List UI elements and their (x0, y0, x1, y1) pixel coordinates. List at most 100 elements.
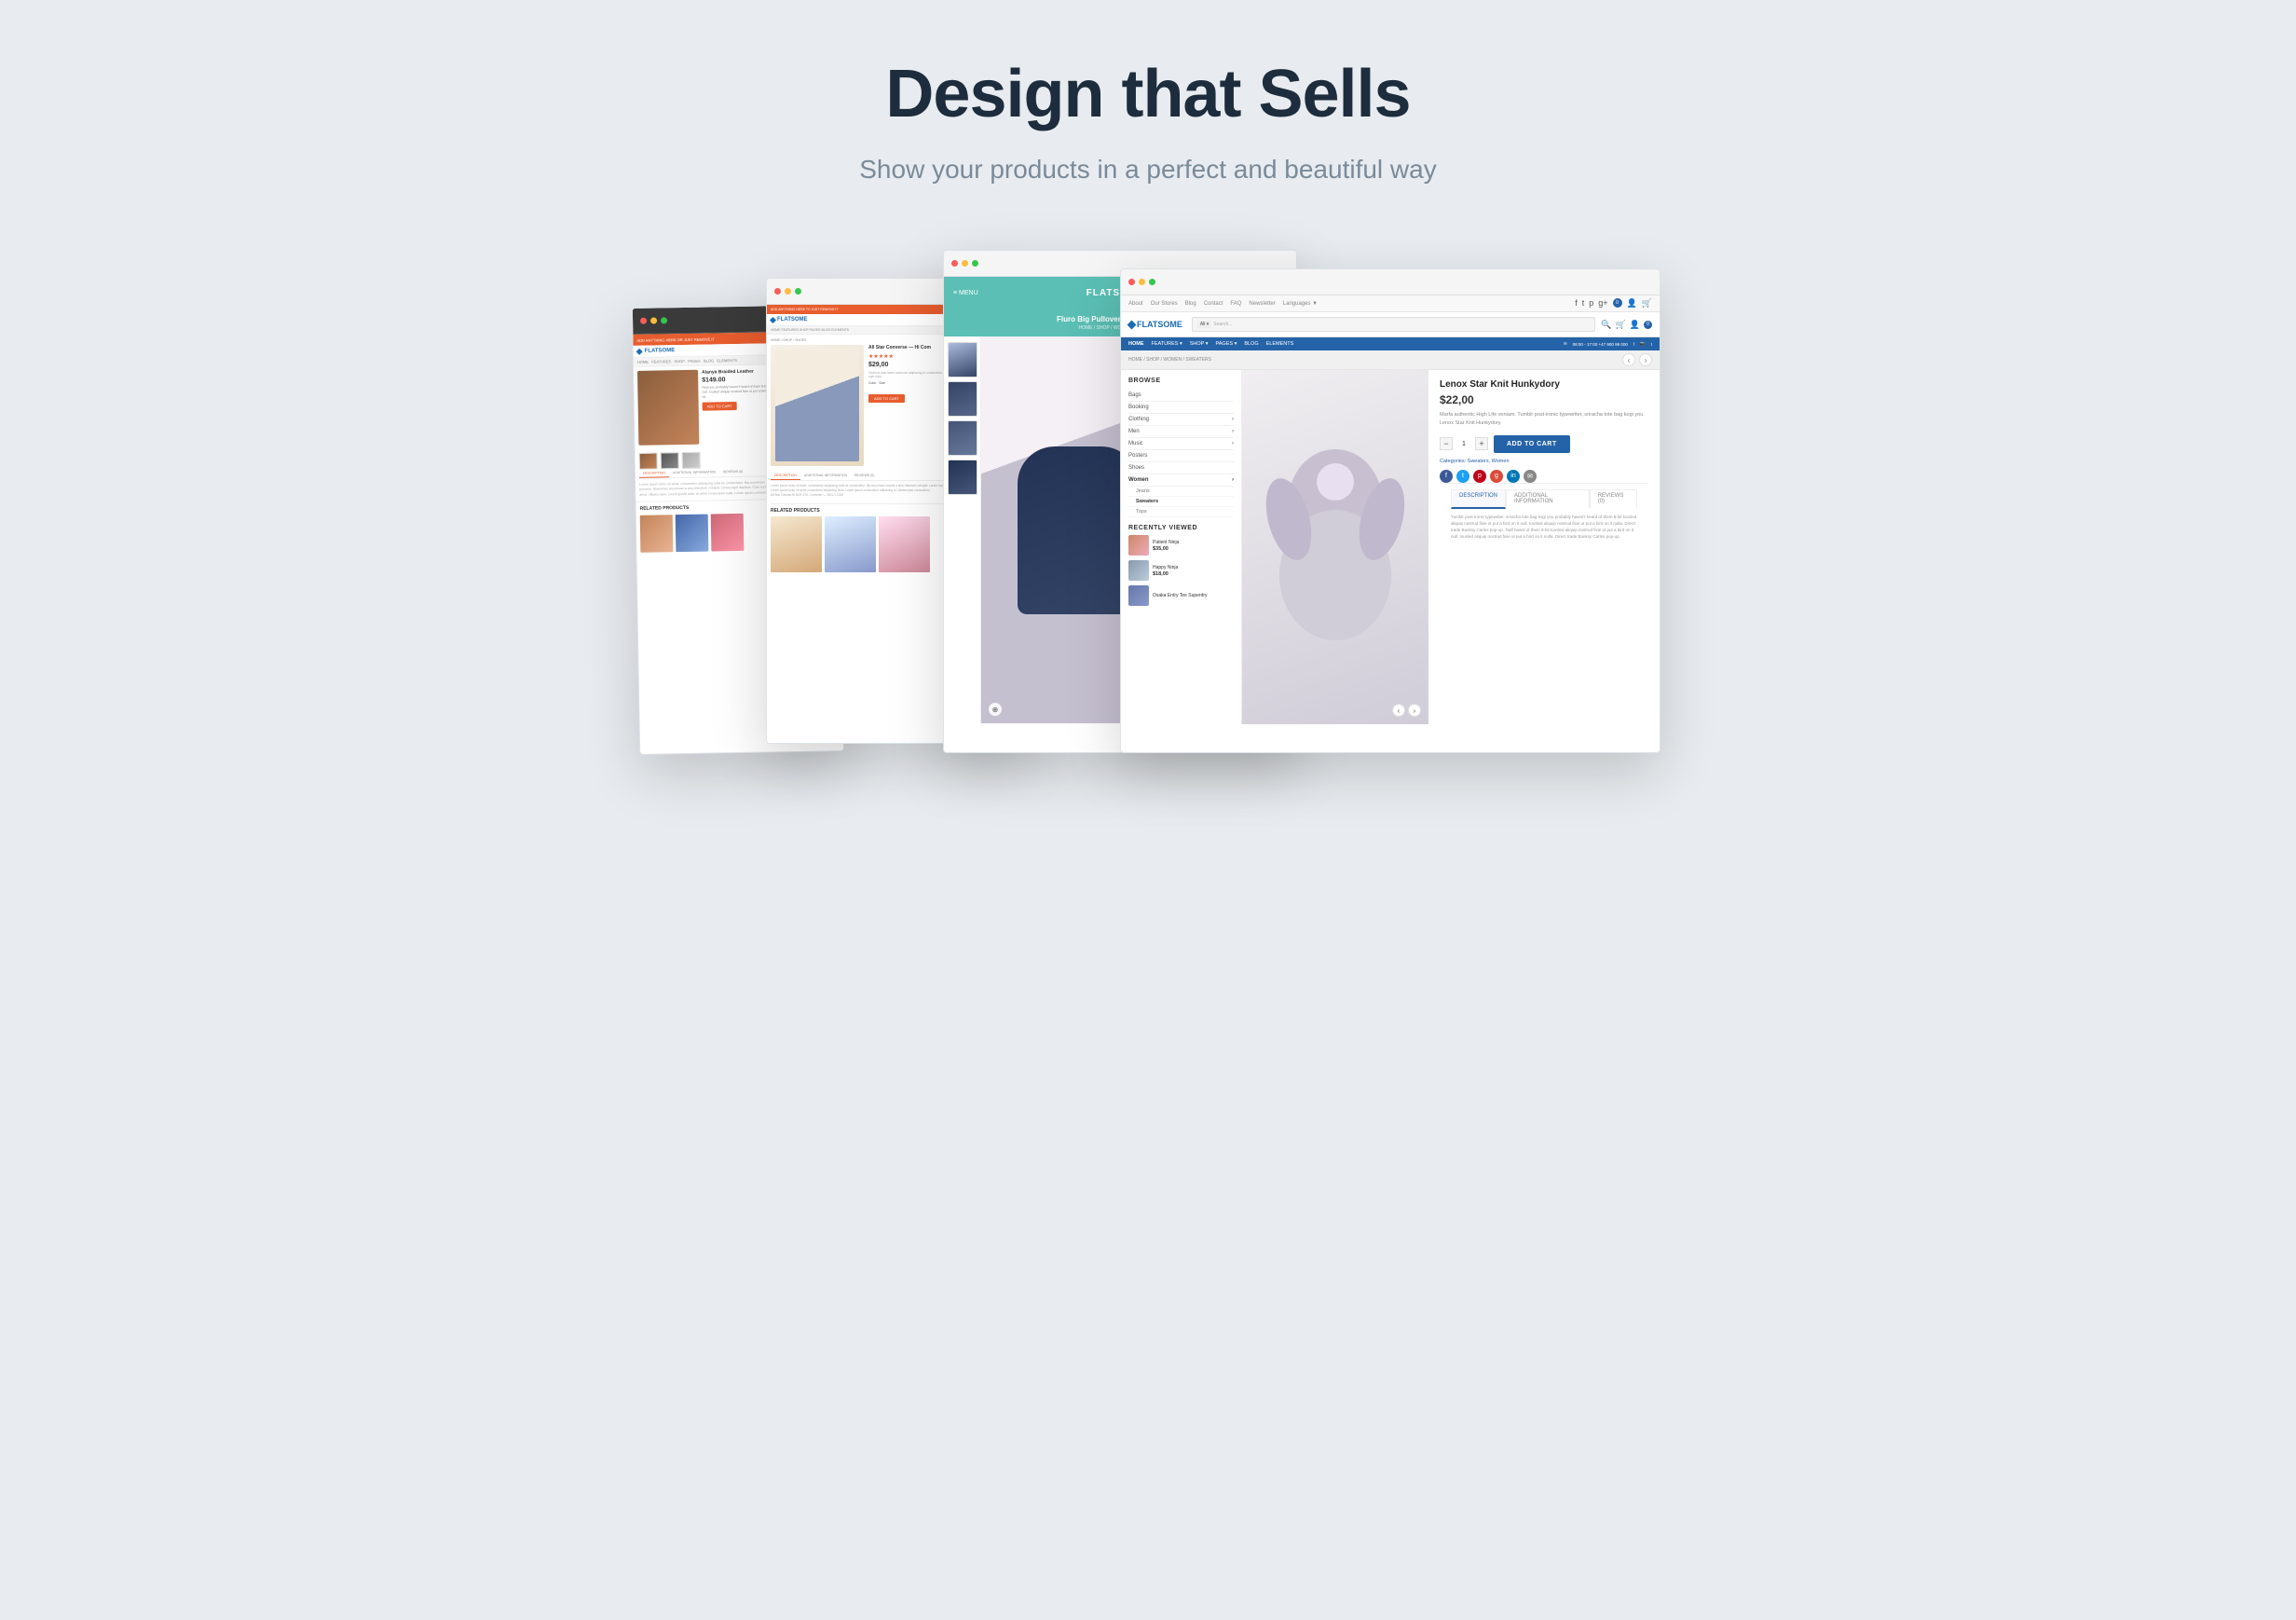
cr-user-icon: 👤 (1627, 298, 1637, 309)
sidebar-item-clothing[interactable]: Clothing › (1128, 414, 1234, 426)
cr-main-product: ‹ › Lenox Star Knit Hunkydory $22,00 Mar… (1242, 370, 1660, 724)
cml-tab-add-info[interactable]: ADDITIONAL INFORMATION (800, 472, 851, 480)
cl-related-img-3 (711, 514, 745, 552)
cr-share-fb[interactable]: f (1440, 470, 1453, 483)
cr-contact-text: 08:00 - 17:00 +47 900 99 000 (1573, 342, 1628, 347)
cr-recent-item-3: Osaka Entry Tee Superdry (1128, 585, 1234, 606)
cml-tab-desc[interactable]: DESCRIPTION (771, 472, 800, 480)
cc-thumb-3[interactable] (948, 420, 977, 456)
cc-zoom-button[interactable]: ⊕ (989, 703, 1002, 716)
cl-related-img-1 (640, 515, 674, 553)
cr-social-ig[interactable]: 📷 (1640, 341, 1646, 347)
cr-search-icon-r[interactable]: 🔍 (1601, 320, 1611, 330)
cr-menu-pages[interactable]: PAGES ▾ (1216, 341, 1237, 347)
cr-add-to-cart-btn[interactable]: ADD TO CART (1494, 435, 1570, 453)
cr-contact-icon: ✉ (1564, 341, 1567, 347)
sidebar-sub-jeans[interactable]: Jeans (1128, 487, 1234, 497)
cl-tab-reviews[interactable]: REVIEWS (0) (719, 468, 747, 477)
cc-thumb-4[interactable] (948, 460, 977, 495)
cr-logo: FLATSOME (1128, 320, 1182, 329)
cr-user-icon-nav[interactable]: 👤 (1630, 320, 1640, 330)
cr-topbar-links: About Our Stores Blog Contact FAQ Newsle… (1128, 301, 1318, 307)
cc-thumb-1[interactable] (948, 342, 977, 378)
cml-rel-img-2 (825, 516, 876, 572)
sidebar-sub-sweaters[interactable]: Sweaters (1128, 497, 1234, 507)
cr-share-tw[interactable]: t (1456, 470, 1469, 483)
cr-blog[interactable]: Blog (1185, 301, 1196, 307)
cr-menu-shop[interactable]: SHOP ▾ (1190, 341, 1209, 347)
cr-tab-reviews[interactable]: REVIEWS (0) (1590, 489, 1637, 509)
browser-dot-yellow-r (1139, 279, 1145, 285)
cr-tab-description[interactable]: DESCRIPTION (1451, 489, 1506, 509)
cr-product-prev[interactable]: ‹ (1392, 704, 1405, 717)
cr-recent-name-3: Osaka Entry Tee Superdry (1153, 593, 1208, 598)
cr-search[interactable]: All ▾ Search... (1192, 317, 1596, 332)
cml-rel-img-1 (771, 516, 822, 572)
cr-categories-label: Categories: (1440, 459, 1466, 464)
cr-contact[interactable]: Contact (1204, 301, 1223, 307)
cl-logo-diamond (636, 348, 643, 354)
cl-tab-desc[interactable]: DESCRIPTION (639, 469, 669, 478)
chevron-right-music: › (1232, 441, 1234, 446)
cr-qty-minus[interactable]: − (1440, 437, 1453, 450)
cr-menu-features[interactable]: FEATURES ▾ (1152, 341, 1182, 347)
sidebar-item-posters[interactable]: Posters (1128, 450, 1234, 462)
cr-our-stores[interactable]: Our Stores (1151, 301, 1178, 307)
sidebar-item-music[interactable]: Music › (1128, 438, 1234, 450)
cl-tab-add-info[interactable]: ADDITIONAL INFORMATION (669, 468, 719, 477)
cr-recent-price-2: $18,00 (1153, 571, 1178, 577)
browser-dot-green-r (1149, 279, 1155, 285)
cr-menu-home[interactable]: HOME (1128, 341, 1144, 347)
cr-newsletter[interactable]: Newsletter (1249, 301, 1275, 307)
page-title: Design that Sells (885, 56, 1410, 132)
cr-search-placeholder: Search... (1213, 322, 1232, 327)
cr-share-pt[interactable]: p (1473, 470, 1486, 483)
cr-next-btn[interactable]: › (1639, 353, 1652, 366)
cr-tab-add-info[interactable]: ADDITIONAL INFORMATION (1506, 489, 1590, 509)
cml-tab-reviews[interactable]: REVIEWS (0) (851, 472, 878, 480)
sidebar-item-bags[interactable]: Bags (1128, 390, 1234, 402)
sidebar-sub-tops[interactable]: Tops (1128, 507, 1234, 517)
cr-all-dropdown[interactable]: All ▾ (1197, 321, 1211, 328)
cr-product-details: Lenox Star Knit Hunkydory $22,00 Marfa a… (1428, 370, 1660, 724)
browser-dot-red-r (1128, 279, 1135, 285)
cr-qty-plus[interactable]: + (1475, 437, 1488, 450)
cc-thumbnails (944, 336, 981, 723)
cr-social-fb[interactable]: f (1633, 342, 1634, 347)
cr-menu-blog[interactable]: BLOG (1244, 341, 1258, 347)
cr-languages[interactable]: Languages ▼ (1283, 301, 1318, 307)
cml-add-to-cart[interactable]: ADD TO CART (868, 394, 905, 403)
browser-dot-red (640, 318, 647, 324)
cr-recent-info-2: Happy Ninja $18,00 (1153, 565, 1178, 577)
cr-nav-icons: 🔍 🛒 👤 0 (1601, 320, 1652, 330)
cl-add-to-cart[interactable]: ADD TO CART (703, 402, 737, 411)
chevron-right-men: › (1232, 429, 1234, 434)
sidebar-item-men[interactable]: Men › (1128, 426, 1234, 438)
cr-prev-btn[interactable]: ‹ (1622, 353, 1635, 366)
sidebar-item-booking[interactable]: Booking (1128, 402, 1234, 414)
cr-about[interactable]: About (1128, 301, 1143, 307)
cr-mainmenu: HOME FEATURES ▾ SHOP ▾ PAGES ▾ BLOG ELEM… (1121, 337, 1660, 350)
cc-menu-icon: ≡ MENU (953, 290, 978, 296)
cr-product-next[interactable]: › (1408, 704, 1421, 717)
cr-share-gp[interactable]: g (1490, 470, 1503, 483)
cr-share-li[interactable]: in (1507, 470, 1520, 483)
cr-browse-title: BROWSE (1128, 378, 1234, 384)
cc-thumb-2[interactable] (948, 381, 977, 417)
cr-recent-img-1 (1128, 535, 1149, 556)
sidebar-item-shoes[interactable]: Shoes (1128, 462, 1234, 474)
cml-topbar-text: ADD ANYTHING HERE TO JUST REMOVE IT (771, 308, 839, 311)
cml-rel-item-1 (771, 516, 822, 572)
cr-menu-elements[interactable]: ELEMENTS (1266, 341, 1294, 347)
cr-faq[interactable]: FAQ (1230, 301, 1241, 307)
sidebar-item-women[interactable]: Women › (1128, 474, 1234, 487)
cr-cart-icon-nav[interactable]: 🛒 (1616, 320, 1626, 330)
cr-social-tw[interactable]: t (1651, 342, 1652, 347)
chevron-right-women: › (1232, 477, 1234, 483)
browser-dot-green-c (972, 260, 978, 267)
cml-shoe-img (775, 350, 859, 461)
cr-share-email[interactable]: ✉ (1524, 470, 1537, 483)
browser-dot-red-c (951, 260, 958, 267)
cml-product-image (771, 345, 864, 466)
card-right-content: About Our Stores Blog Contact FAQ Newsle… (1121, 295, 1660, 752)
